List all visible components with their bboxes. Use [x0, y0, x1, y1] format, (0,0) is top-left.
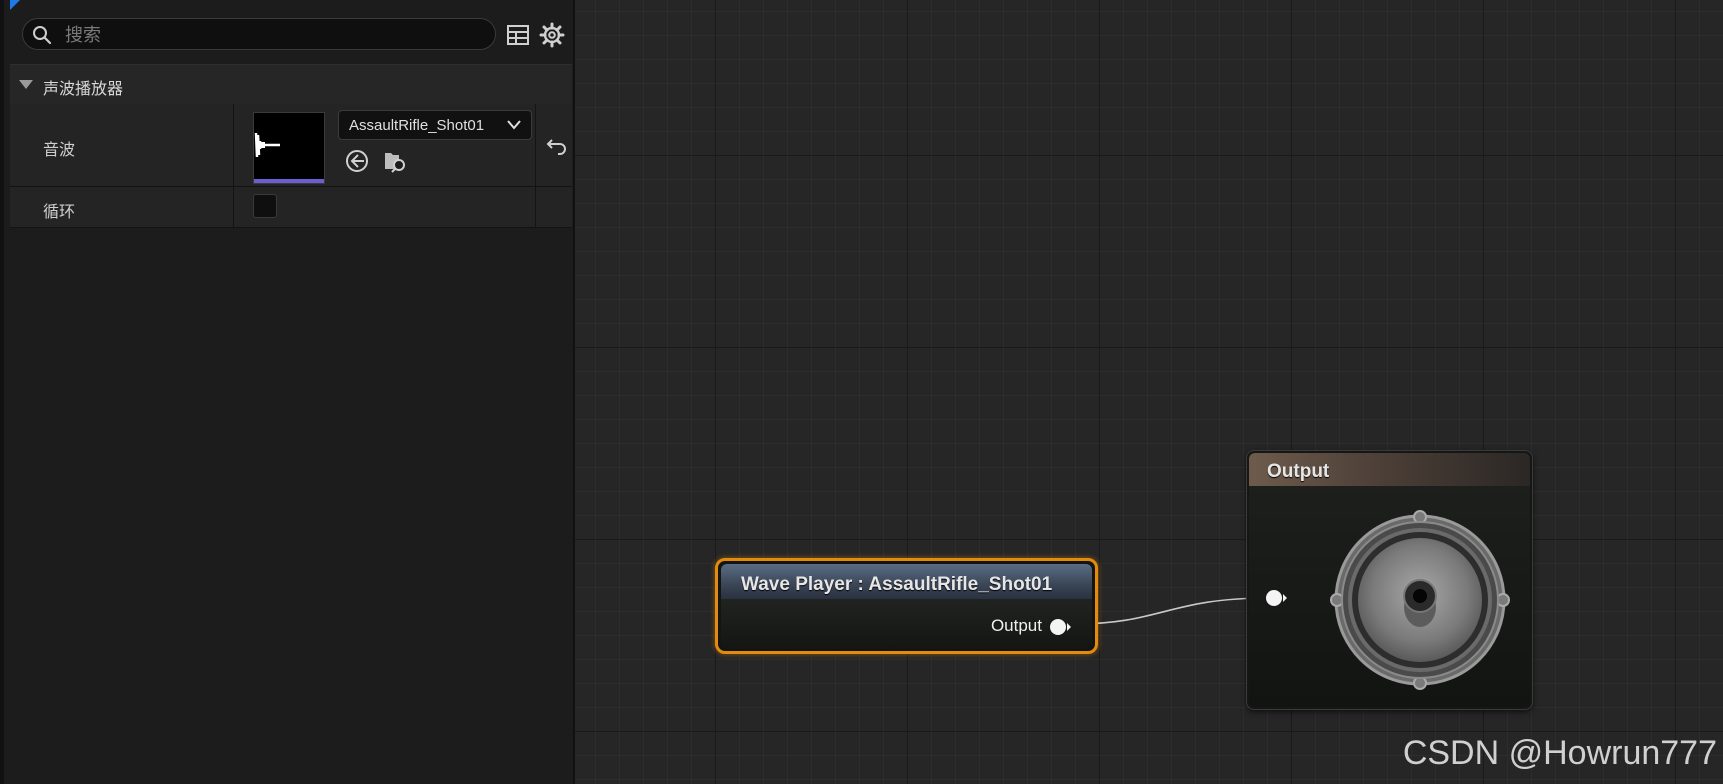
node-body: Output — [721, 599, 1092, 648]
wave-player-node[interactable]: Wave Player : AssaultRifle_Shot01 Output — [715, 558, 1098, 654]
speaker-icon — [1330, 510, 1510, 690]
node-title: Output — [1267, 461, 1330, 482]
watermark: CSDN @Howrun777 — [1402, 734, 1717, 772]
output-pin-label: Output — [990, 616, 1042, 635]
node-header: Output — [1249, 453, 1530, 486]
node-header: Wave Player : AssaultRifle_Shot01 — [721, 564, 1092, 599]
output-pin-icon[interactable] — [1048, 617, 1072, 637]
input-pin-icon[interactable] — [1264, 588, 1290, 608]
node-title: Wave Player : AssaultRifle_Shot01 — [741, 574, 1053, 595]
